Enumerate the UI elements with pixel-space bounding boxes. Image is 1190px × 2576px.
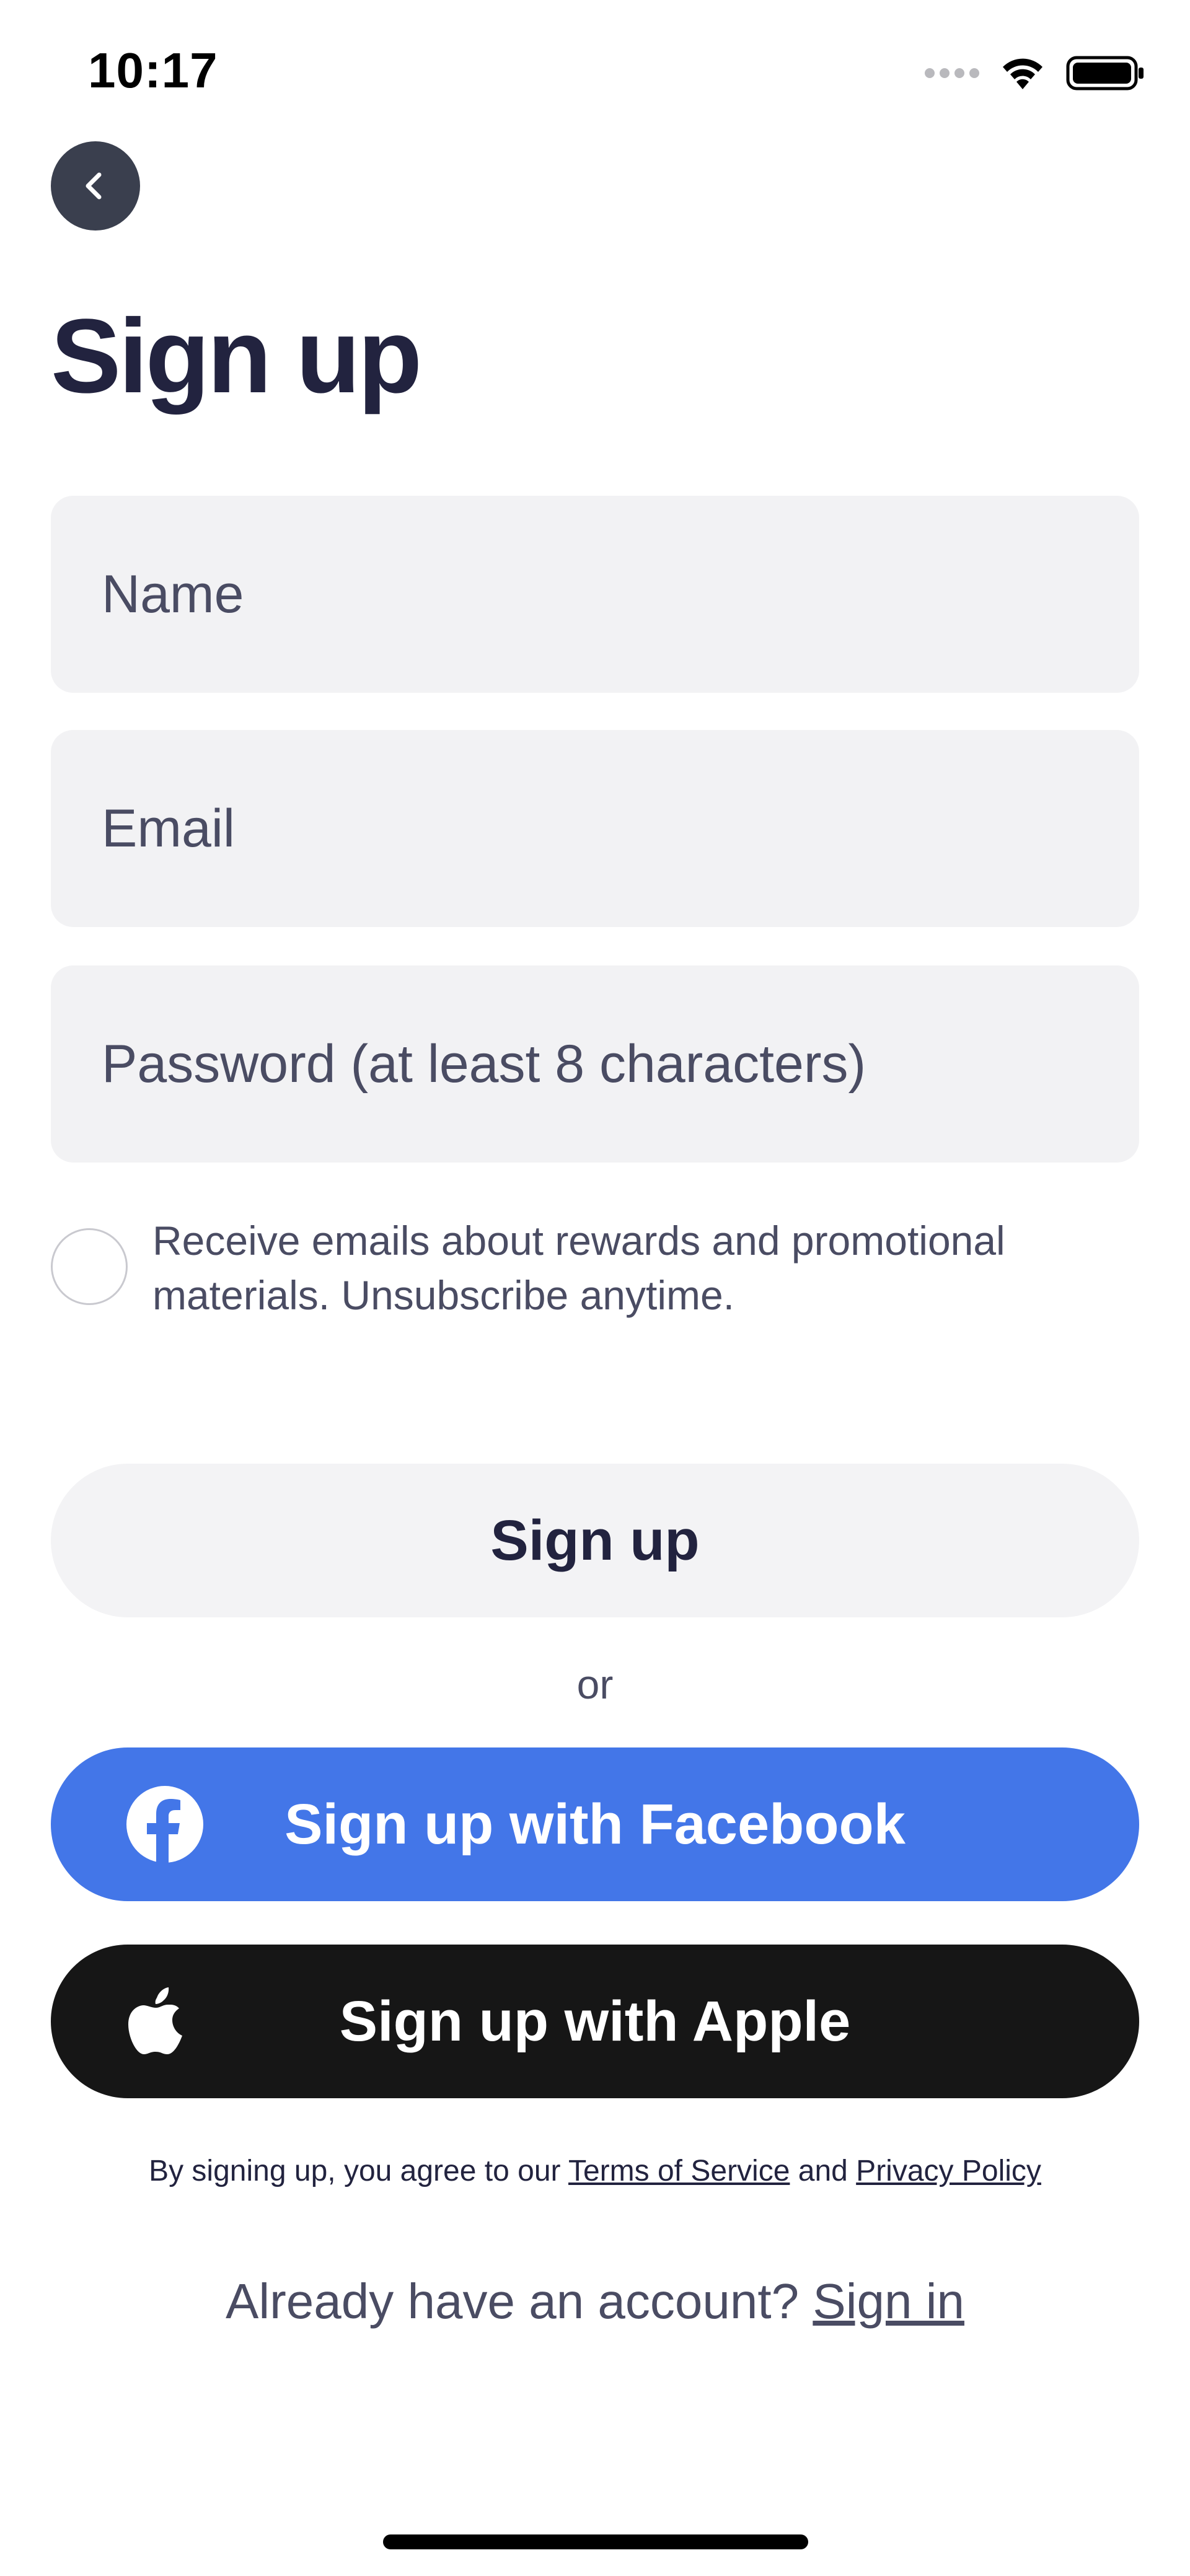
facebook-icon: [126, 1786, 203, 1863]
or-divider-text: or: [576, 1661, 614, 1707]
sign-in-link[interactable]: Sign in: [813, 2274, 964, 2329]
battery-icon: [1066, 55, 1145, 92]
legal-agreement-text: By signing up, you agree to our Terms of…: [0, 2154, 1190, 2188]
sign-up-with-apple-button[interactable]: Sign up with Apple: [51, 1945, 1139, 2098]
password-field-container: [51, 965, 1139, 1163]
page-title: Sign up: [51, 297, 422, 415]
status-icons: [925, 55, 1145, 92]
apple-icon: [126, 1987, 186, 2056]
legal-prefix: By signing up, you agree to our: [149, 2155, 568, 2187]
status-bar: 10:17: [0, 0, 1190, 124]
home-indicator: [383, 2534, 808, 2549]
marketing-opt-in-label: Receive emails about rewards and promoti…: [152, 1218, 1005, 1318]
chevron-left-icon: [86, 172, 102, 200]
legal-conjunction: and: [790, 2155, 857, 2187]
name-field-container: [51, 496, 1139, 693]
name-input[interactable]: [102, 563, 1139, 625]
privacy-policy-link[interactable]: Privacy Policy: [856, 2155, 1041, 2187]
password-input[interactable]: [102, 1033, 1139, 1095]
sign-up-with-facebook-label: Sign up with Facebook: [284, 1792, 906, 1856]
status-time: 10:17: [88, 43, 218, 98]
sign-up-button-label: Sign up: [490, 1508, 700, 1572]
sign-up-with-apple-label: Sign up with Apple: [339, 1989, 851, 2053]
sign-in-prompt: Already have an account? Sign in: [0, 2273, 1190, 2330]
email-input[interactable]: [102, 798, 1139, 859]
marketing-opt-in-checkbox[interactable]: [51, 1228, 128, 1305]
cellular-signal-icon: [925, 68, 979, 78]
email-field-container: [51, 730, 1139, 927]
sign-up-with-facebook-button[interactable]: Sign up with Facebook: [51, 1747, 1139, 1901]
sign-up-button[interactable]: Sign up: [51, 1464, 1139, 1617]
terms-of-service-link[interactable]: Terms of Service: [568, 2155, 790, 2187]
wifi-icon: [998, 55, 1047, 92]
back-button[interactable]: [51, 141, 140, 231]
sign-in-prompt-text: Already have an account?: [226, 2274, 813, 2329]
